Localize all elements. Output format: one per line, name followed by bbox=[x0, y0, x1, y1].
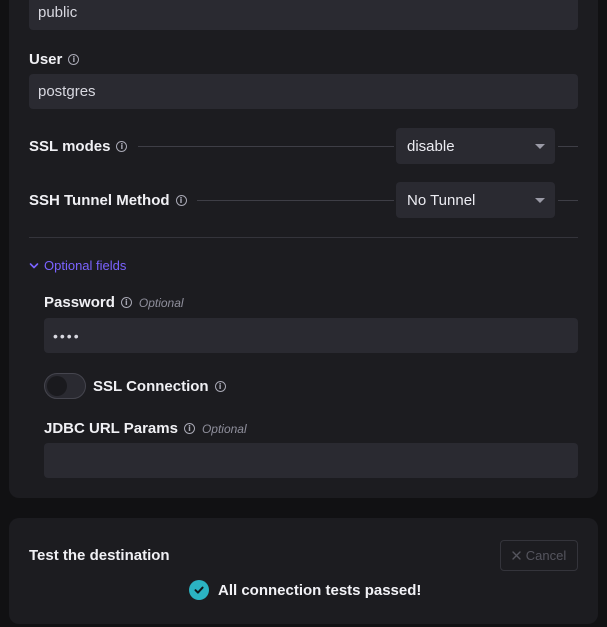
close-icon bbox=[512, 551, 521, 560]
password-label-text: Password bbox=[44, 294, 115, 311]
user-input[interactable]: postgres bbox=[29, 74, 578, 109]
optional-tag: Optional bbox=[138, 295, 184, 310]
ssh-tunnel-select[interactable]: No Tunnel bbox=[396, 182, 555, 218]
cancel-button[interactable]: Cancel bbox=[500, 540, 578, 571]
password-input[interactable]: •••• bbox=[44, 318, 578, 353]
test-title: Test the destination bbox=[29, 547, 170, 564]
divider-line bbox=[558, 146, 578, 147]
ssl-connection-label: SSL Connection i bbox=[93, 378, 226, 395]
info-icon[interactable]: i bbox=[116, 141, 128, 152]
ssl-connection-toggle[interactable] bbox=[44, 373, 86, 399]
jdbc-label-text: JDBC URL Params bbox=[44, 420, 178, 437]
optional-fields-label: Optional fields bbox=[44, 258, 127, 273]
jdbc-label: JDBC URL Params i Optional bbox=[44, 420, 247, 437]
ssl-modes-select[interactable]: disable bbox=[396, 128, 555, 164]
info-icon[interactable]: i bbox=[214, 381, 226, 392]
user-label-text: User bbox=[29, 51, 63, 68]
destination-form-card: public User i postgres SSL modes i disab… bbox=[9, 0, 598, 498]
check-circle-icon bbox=[189, 580, 209, 600]
optional-tag: Optional bbox=[201, 421, 247, 436]
ssh-tunnel-selected: No Tunnel bbox=[407, 191, 476, 209]
connection-status: All connection tests passed! bbox=[189, 580, 421, 600]
info-icon[interactable]: i bbox=[68, 54, 80, 65]
caret-down-icon bbox=[535, 144, 545, 149]
info-icon[interactable]: i bbox=[183, 423, 195, 434]
schema-input-value: public bbox=[38, 4, 78, 21]
user-field-label: User i bbox=[29, 51, 80, 68]
ssl-modes-label: SSL modes i bbox=[29, 138, 128, 155]
ssl-connection-label-text: SSL Connection bbox=[93, 378, 209, 395]
password-label: Password i Optional bbox=[44, 294, 184, 311]
jdbc-input[interactable] bbox=[44, 443, 578, 478]
section-divider bbox=[29, 237, 578, 238]
info-icon[interactable]: i bbox=[120, 297, 132, 308]
user-input-value: postgres bbox=[38, 83, 96, 100]
toggle-knob bbox=[47, 376, 67, 396]
cancel-label: Cancel bbox=[525, 548, 567, 563]
chevron-down-icon bbox=[29, 262, 39, 268]
test-destination-card: Test the destination Cancel All connecti… bbox=[9, 518, 598, 624]
schema-input[interactable]: public bbox=[29, 0, 578, 30]
ssh-tunnel-label-text: SSH Tunnel Method bbox=[29, 192, 170, 209]
ssh-tunnel-label: SSH Tunnel Method i bbox=[29, 192, 187, 209]
info-icon[interactable]: i bbox=[175, 195, 187, 206]
status-message: All connection tests passed! bbox=[218, 581, 422, 599]
ssl-modes-label-text: SSL modes bbox=[29, 138, 111, 155]
ssl-modes-selected: disable bbox=[407, 137, 455, 155]
divider-line bbox=[197, 200, 394, 201]
caret-down-icon bbox=[535, 198, 545, 203]
divider-line bbox=[558, 200, 578, 201]
optional-fields-toggle[interactable]: Optional fields bbox=[29, 258, 126, 273]
password-input-value: •••• bbox=[53, 327, 81, 344]
divider-line bbox=[138, 146, 394, 147]
